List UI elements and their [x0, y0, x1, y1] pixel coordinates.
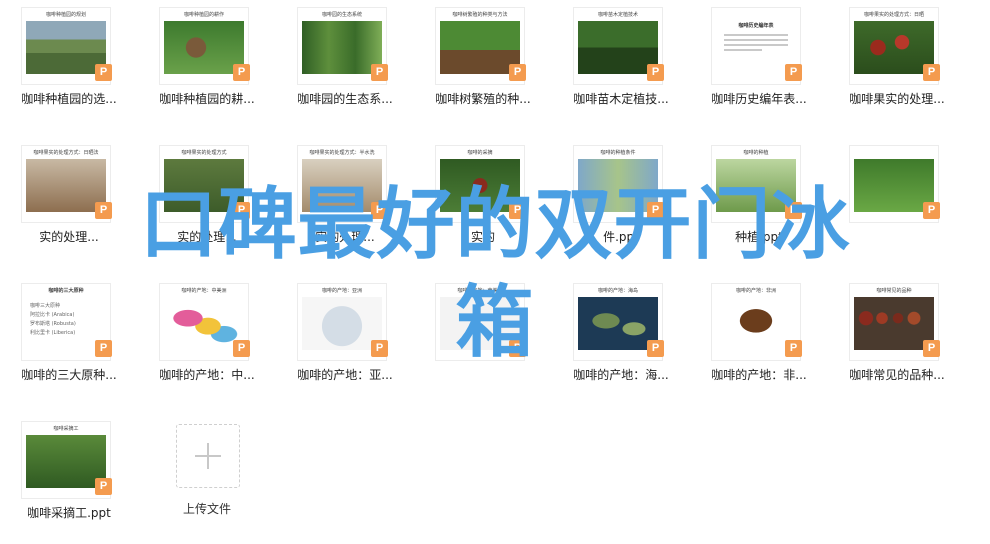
file-tile[interactable]: 咖啡种植园的规划 P 咖啡种植园的选...	[0, 0, 138, 130]
ppt-icon: P	[509, 64, 526, 81]
file-name[interactable]: 咖啡果实的处理...	[828, 90, 966, 107]
photo-image	[854, 21, 934, 74]
slide-title: 咖啡园的生态系统	[321, 12, 362, 18]
photo-image	[164, 21, 244, 74]
upload-button[interactable]	[176, 424, 240, 488]
slide-title: 咖啡种植园的耕作	[183, 12, 224, 18]
overlay-title-line: 箱	[455, 278, 535, 368]
slide-title: 咖啡种植园的规划	[45, 12, 86, 18]
slide-title: 咖啡果实的处理方式	[181, 150, 227, 156]
file-tile[interactable]: 咖啡树繁殖的种类与方法 P 咖啡树繁殖的种...	[414, 0, 552, 130]
slide-title: 咖啡果实的处理方式：日晒	[863, 12, 924, 18]
file-name[interactable]: 咖啡树繁殖的种...	[414, 90, 552, 107]
slide-title: 咖啡果实的处理方式：日晒法	[33, 150, 99, 156]
photo-image	[578, 21, 658, 74]
file-tile[interactable]: 咖啡种植园的耕作 P 咖啡种植园的耕...	[138, 0, 276, 130]
ppt-icon: P	[785, 64, 802, 81]
ppt-icon: P	[371, 64, 388, 81]
slide-title: 咖啡历史编年表	[738, 23, 774, 29]
photo-image	[440, 21, 520, 74]
ppt-icon: P	[923, 64, 940, 81]
file-tile[interactable]: 咖啡采摘工 P 咖啡采摘工.ppt	[0, 414, 138, 544]
photo-image	[26, 21, 106, 74]
photo-image	[302, 21, 382, 74]
ppt-icon: P	[95, 64, 112, 81]
file-name[interactable]: 咖啡种植园的耕...	[138, 90, 276, 107]
file-name[interactable]: 咖啡园的生态系...	[276, 90, 414, 107]
photo-image	[26, 435, 106, 488]
ppt-icon: P	[233, 64, 250, 81]
ppt-icon: P	[95, 478, 112, 495]
ppt-icon: P	[647, 64, 664, 81]
plus-icon	[207, 443, 209, 469]
slide-title: 咖啡果实的处理方式：半水洗	[309, 150, 375, 156]
file-name[interactable]: 咖啡历史编年表...	[690, 90, 828, 107]
slide-title: 咖啡的种植条件	[600, 150, 636, 156]
file-name[interactable]: 咖啡采摘工.ppt	[0, 504, 138, 521]
overlay-title: 口碑最好的双开门冰 箱	[12, 176, 978, 372]
document-text	[724, 34, 788, 54]
slide-title: 咖啡树繁殖的种类与方法	[452, 12, 508, 18]
slide-title: 咖啡的种植	[743, 150, 769, 156]
slide-title: 咖啡苗木定植技术	[597, 12, 638, 18]
slide-title: 咖啡的采摘	[467, 150, 493, 156]
file-tile[interactable]: 咖啡苗木定植技术 P 咖啡苗木定植技...	[552, 0, 690, 130]
upload-label[interactable]: 上传文件	[160, 500, 254, 517]
file-tile[interactable]: 咖啡园的生态系统 P 咖啡园的生态系...	[276, 0, 414, 130]
file-tile[interactable]: 咖啡果实的处理方式：日晒 P 咖啡果实的处理...	[828, 0, 966, 130]
overlay-title-line: 口碑最好的双开门冰	[139, 180, 851, 270]
file-name[interactable]: 咖啡种植园的选...	[0, 90, 138, 107]
slide-title: 咖啡采摘工	[53, 426, 79, 432]
file-name[interactable]: 咖啡苗木定植技...	[552, 90, 690, 107]
file-tile[interactable]: 咖啡历史编年表 P 咖啡历史编年表...	[690, 0, 828, 130]
